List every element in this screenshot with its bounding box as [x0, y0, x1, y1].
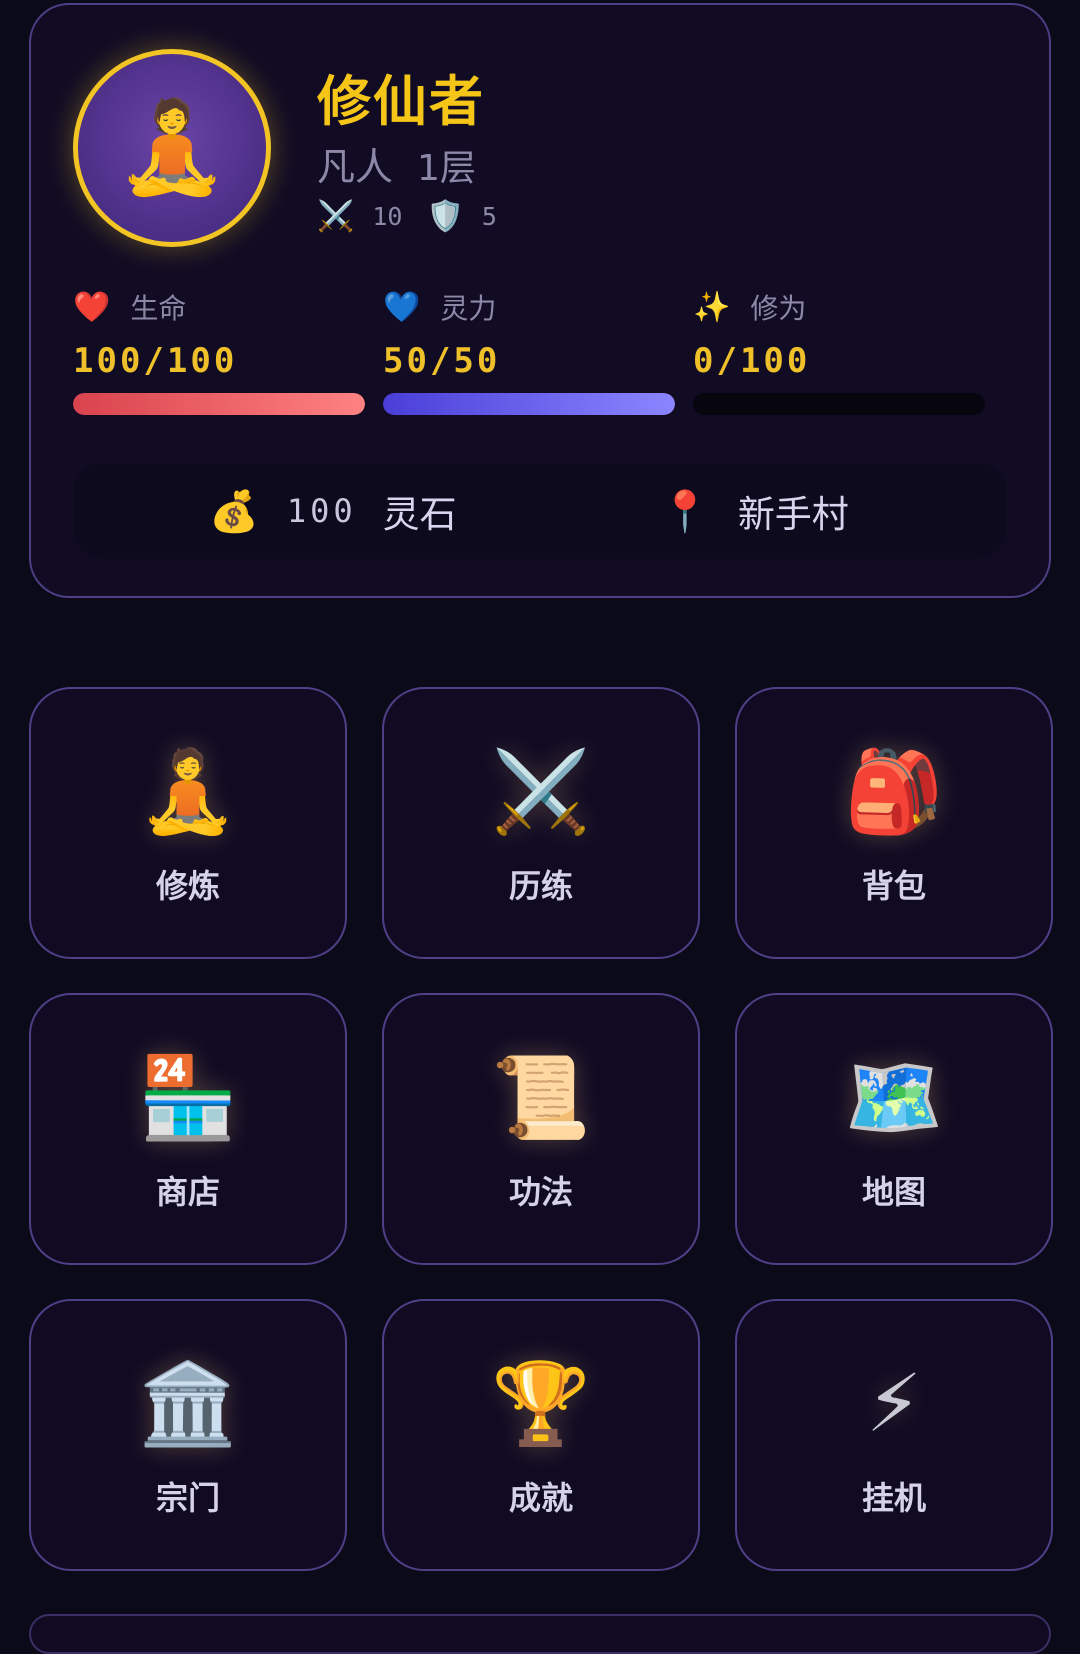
hp-label: 生命 [130, 292, 187, 325]
menu-tile-label: 修炼 [155, 867, 220, 905]
mp-label: 灵力 [440, 292, 497, 325]
lightning-icon: ⚡ [865, 1357, 923, 1450]
attack-value: 10 [372, 202, 403, 231]
current-location[interactable]: 📍 新手村 [660, 463, 849, 559]
menu-tile-idle[interactable]: ⚡ 挂机 [735, 1299, 1053, 1571]
menu-tile-label: 地图 [861, 1173, 926, 1211]
menu-tile-adventure[interactable]: ⚔️ 历练 [382, 687, 700, 959]
pin-icon: 📍 [660, 488, 710, 535]
temple-icon: 🏛️ [138, 1357, 238, 1450]
location-name: 新手村 [737, 493, 849, 536]
menu-tile-label: 挂机 [861, 1479, 926, 1517]
menu-tile-bag[interactable]: 🎒 背包 [735, 687, 1053, 959]
blue-heart-icon: 💙 [383, 289, 421, 325]
combat-stats: ⚔️ 10 🛡️ 5 [317, 199, 521, 234]
avatar[interactable]: 🧘 [73, 49, 271, 247]
menu-tile-cultivate[interactable]: 🧘 修炼 [29, 687, 347, 959]
menu-tile-label: 宗门 [155, 1479, 220, 1517]
meditation-icon: 🧘 [138, 745, 238, 838]
hp-stat: ❤️ 生命 100/100 [73, 287, 365, 382]
meditation-icon: 🧘 [115, 95, 229, 200]
menu-tile-map[interactable]: 🗺️ 地图 [735, 993, 1053, 1265]
mp-bar [383, 393, 675, 415]
store-icon: 🏪 [138, 1051, 238, 1144]
mp-bar-fill [383, 393, 675, 415]
spirit-stones: 💰 100 灵石 [209, 463, 457, 559]
player-name: 修仙者 [317, 70, 485, 133]
world-map-icon: 🗺️ [844, 1051, 944, 1144]
menu-tile-label: 商店 [155, 1173, 220, 1211]
defense-value: 5 [481, 202, 497, 231]
menu-tile-label: 背包 [861, 867, 926, 905]
hp-value: 100/100 [73, 341, 238, 381]
menu-tile-shop[interactable]: 🏪 商店 [29, 993, 347, 1265]
menu-tile-label: 历练 [508, 867, 573, 905]
realm-info: 凡人 1层 [317, 136, 476, 191]
exp-stat: ✨ 修为 0/100 [693, 287, 985, 382]
exp-value: 0/100 [693, 341, 811, 381]
spirit-stones-label: 灵石 [382, 493, 457, 536]
next-panel-edge [29, 1614, 1051, 1654]
mp-value: 50/50 [383, 341, 501, 381]
mp-stat: 💙 灵力 50/50 [383, 287, 675, 382]
heart-icon: ❤️ [73, 289, 111, 325]
trophy-icon: 🏆 [491, 1357, 591, 1450]
player-profile-card: 🧘 修仙者 凡人 1层 ⚔️ 10 🛡️ 5 ❤️ 生命 100/100 💙 灵力… [29, 3, 1051, 598]
realm-name: 凡人 [317, 145, 394, 189]
exp-bar [693, 393, 985, 415]
swords-icon: ⚔️ [317, 199, 355, 234]
realm-level: 1层 [417, 148, 476, 189]
shield-icon: 🛡️ [426, 199, 464, 234]
menu-tile-label: 成就 [508, 1479, 573, 1517]
money-bag-icon: 💰 [209, 488, 259, 535]
swords-icon: ⚔️ [491, 745, 591, 838]
hp-bar-fill [73, 393, 365, 415]
hp-bar [73, 393, 365, 415]
menu-tile-achievements[interactable]: 🏆 成就 [382, 1299, 700, 1571]
sparkles-icon: ✨ [693, 289, 731, 325]
resource-strip: 💰 100 灵石 📍 新手村 [73, 463, 1007, 559]
exp-label: 修为 [750, 292, 807, 325]
spirit-stones-amount: 100 [286, 492, 357, 530]
backpack-icon: 🎒 [844, 745, 944, 838]
menu-tile-skills[interactable]: 📜 功法 [382, 993, 700, 1265]
scroll-icon: 📜 [491, 1051, 591, 1144]
menu-tile-label: 功法 [508, 1173, 573, 1211]
menu-tile-sect[interactable]: 🏛️ 宗门 [29, 1299, 347, 1571]
